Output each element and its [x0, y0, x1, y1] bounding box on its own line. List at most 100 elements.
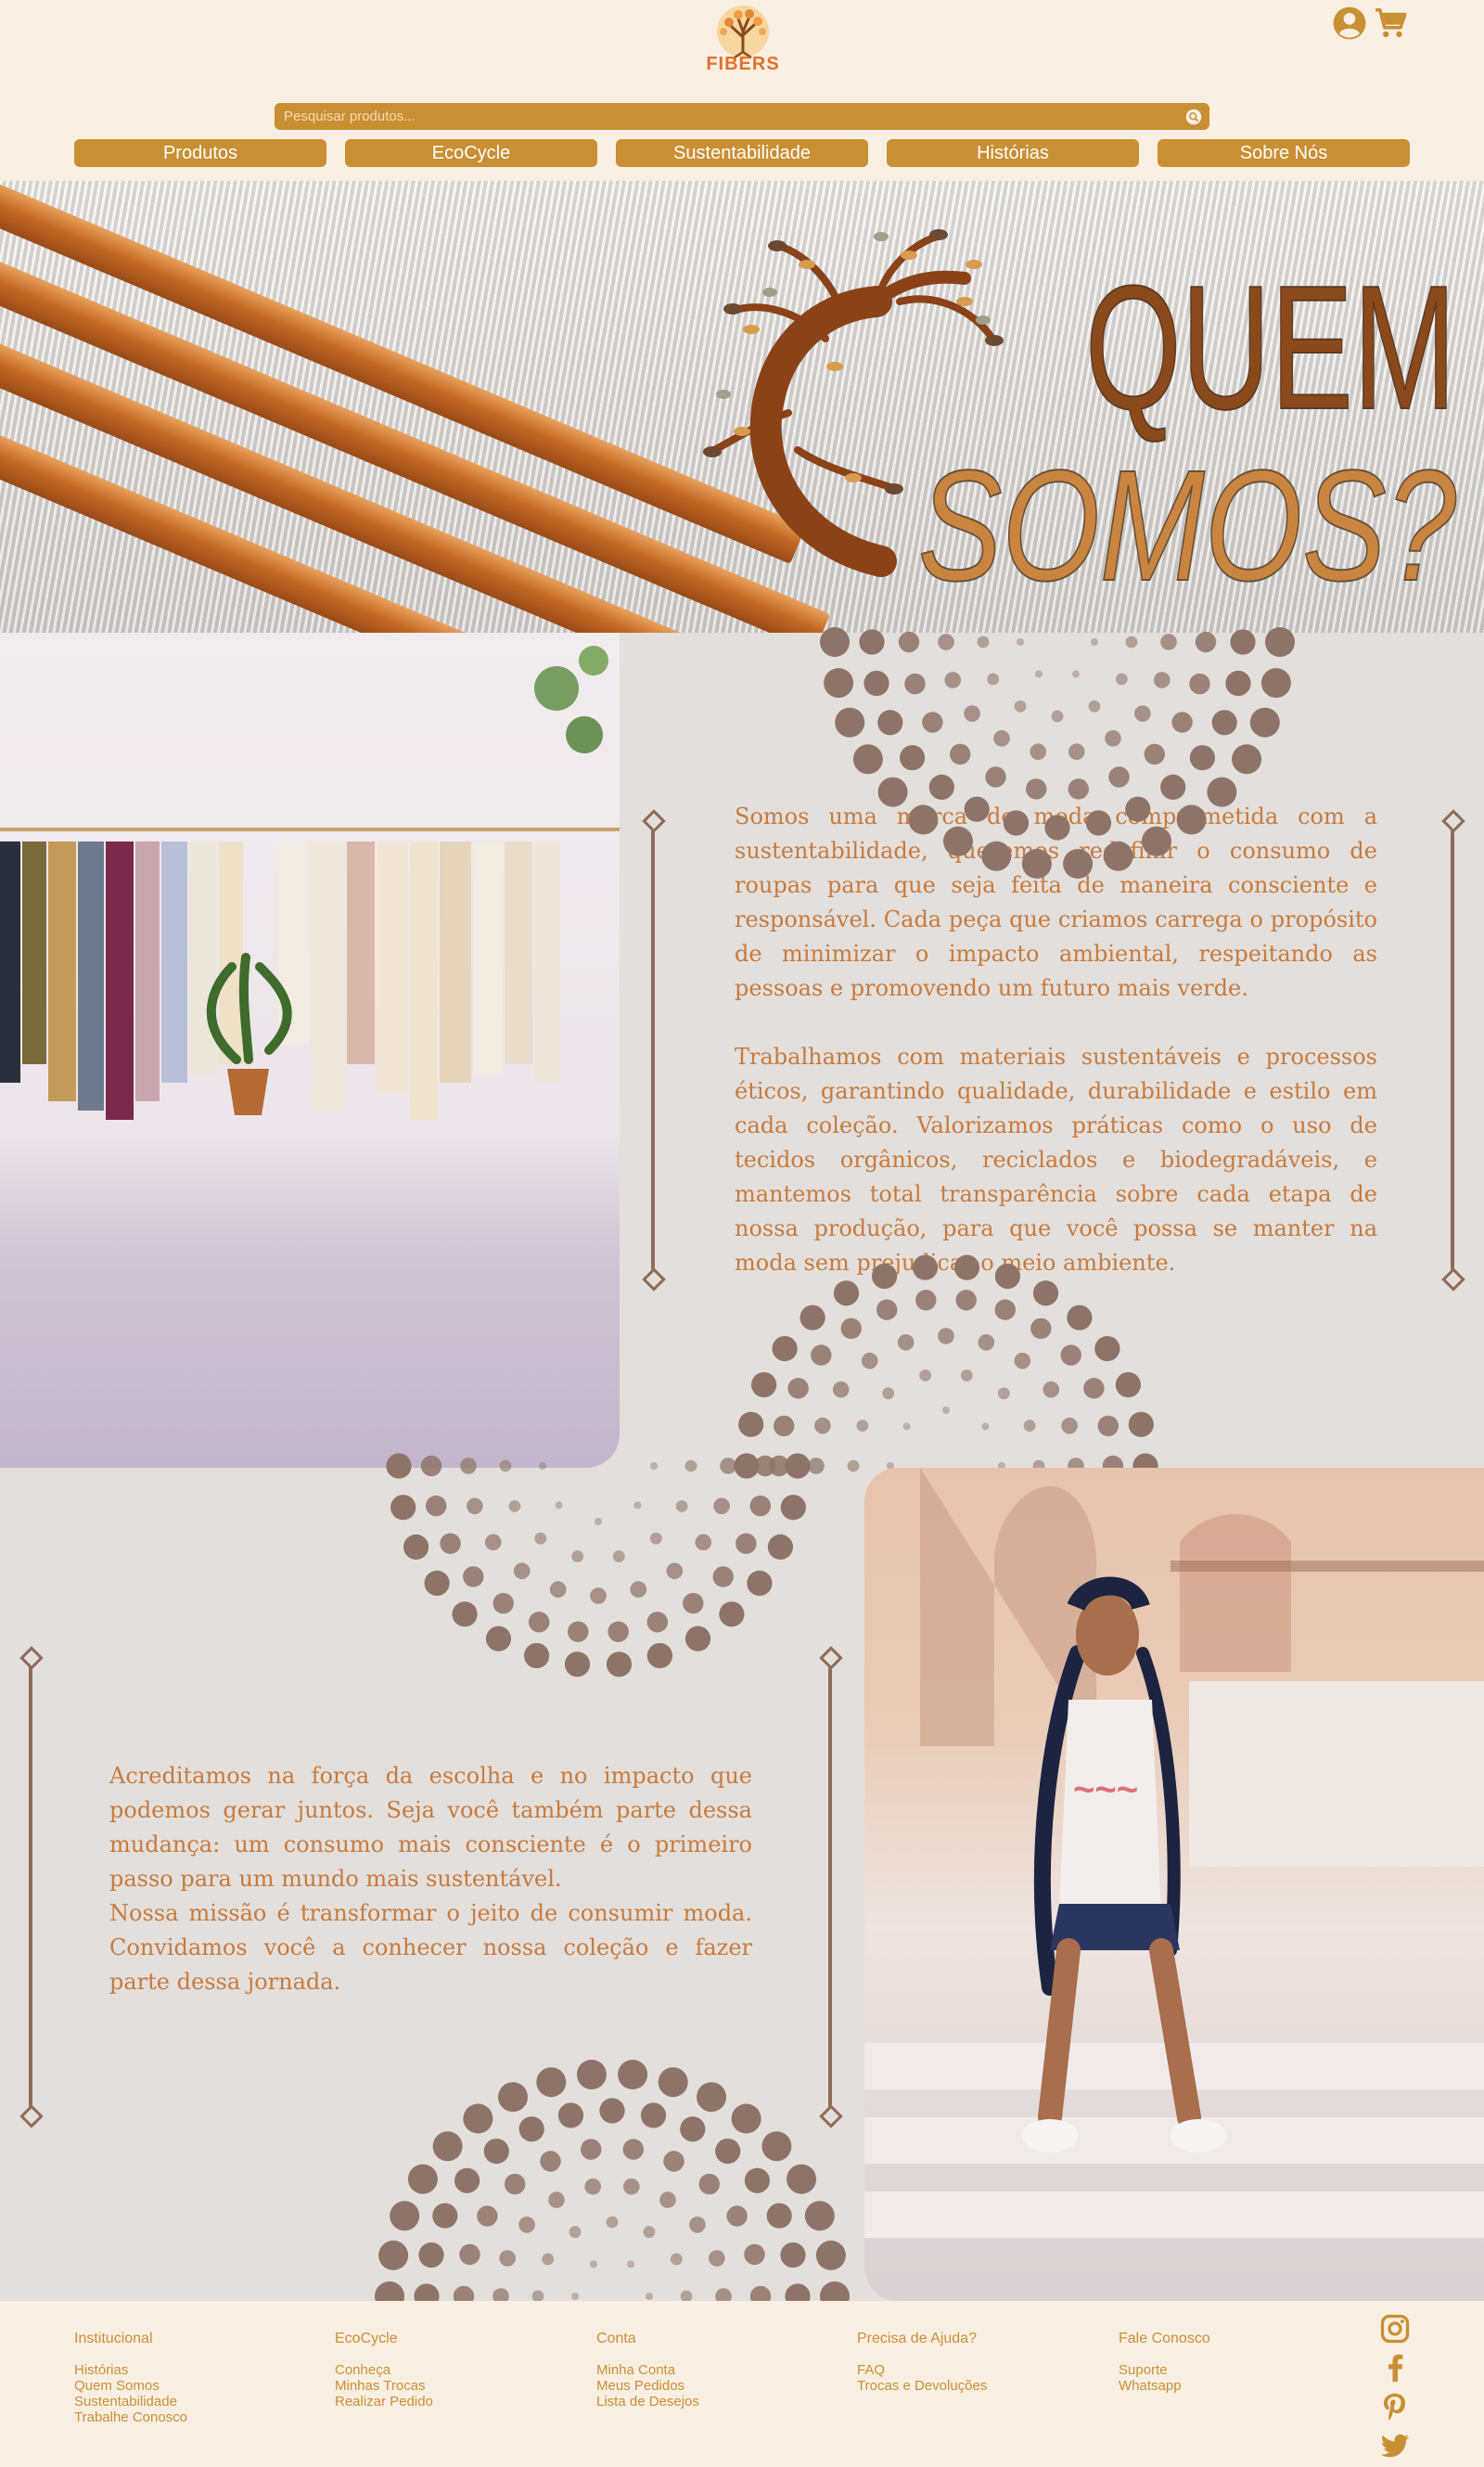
decorative-dot — [493, 1592, 514, 1614]
decorative-dot — [1171, 712, 1193, 733]
footer-link[interactable]: Minha Conta — [596, 2362, 838, 2378]
decorative-dot — [1023, 1420, 1036, 1432]
decorative-dot — [1030, 1317, 1052, 1340]
about-paragraph: Nossa missão é transformar o jeito de co… — [109, 1900, 752, 1995]
footer-link[interactable]: Sustentabilidade — [74, 2394, 315, 2409]
decorative-dot — [876, 1299, 898, 1320]
decorative-dot — [459, 2243, 480, 2266]
decorative-dot — [529, 1612, 550, 1633]
decorative-dot — [1160, 774, 1186, 800]
decorative-dot — [1021, 849, 1052, 879]
decorative-dot — [432, 2203, 458, 2229]
footer-column-title: EcoCycle — [335, 2331, 398, 2346]
footer-link[interactable]: Minhas Trocas — [335, 2378, 576, 2394]
footer-link[interactable]: Meus Pedidos — [596, 2378, 838, 2394]
decorative-dot — [1211, 710, 1237, 736]
nav-sustentabilidade[interactable]: Sustentabilidade — [616, 139, 868, 167]
decorative-dot — [555, 1501, 563, 1510]
decorative-dot — [499, 1459, 512, 1472]
decorative-dot — [666, 1562, 684, 1580]
facebook-icon[interactable] — [1378, 2351, 1412, 2384]
decorative-dot — [650, 1462, 658, 1470]
instagram-icon[interactable] — [1378, 2312, 1412, 2345]
decorative-dot — [754, 1455, 776, 1477]
search-input[interactable] — [284, 106, 1165, 127]
twitter-icon[interactable] — [1378, 2429, 1412, 2462]
decorative-dot — [1085, 810, 1112, 836]
decorative-dot — [1088, 700, 1101, 713]
decorative-dot — [719, 1601, 745, 1627]
footer-link[interactable]: Suporte — [1119, 2362, 1360, 2378]
decorative-dot — [859, 629, 885, 655]
footer-link[interactable]: Realizar Pedido — [335, 2394, 576, 2409]
nav-produtos[interactable]: Produtos — [74, 139, 326, 167]
decorative-dot — [564, 1651, 591, 1677]
decorative-dot — [712, 1566, 734, 1587]
cart-icon[interactable] — [1373, 6, 1408, 41]
decorative-dot — [919, 1369, 932, 1381]
decorative-dot — [1083, 1378, 1105, 1399]
decorative-dot — [977, 636, 990, 649]
decorative-dot — [1195, 631, 1217, 653]
nav-ecocycle[interactable]: EcoCycle — [345, 139, 597, 167]
decorative-dot — [928, 774, 954, 800]
decorative-dot — [1154, 672, 1171, 688]
footer-link[interactable]: Trabalhe Conosco — [74, 2409, 315, 2425]
brand-logo[interactable]: FIBERS — [701, 4, 785, 84]
decorative-dot — [772, 1336, 798, 1362]
decorative-dot — [780, 1495, 806, 1521]
decorative-dot — [944, 672, 961, 688]
decorative-dot — [897, 1334, 915, 1351]
decorative-dot — [978, 1334, 995, 1351]
decorative-dot — [595, 1518, 602, 1525]
footer-link[interactable]: Trocas e Devoluções — [857, 2378, 1098, 2394]
decorative-dot — [1115, 673, 1128, 686]
decorative-dot — [557, 2102, 584, 2128]
footer-link[interactable]: Whatsapp — [1119, 2378, 1360, 2394]
decorative-dot — [804, 2201, 835, 2231]
decorative-dot — [943, 826, 973, 856]
decorative-dot — [749, 1495, 771, 1517]
decorative-dot — [658, 2067, 688, 2098]
decorative-dot — [1249, 707, 1280, 738]
decorative-dot — [477, 2205, 498, 2227]
decorative-dot — [1232, 744, 1262, 775]
hero-title-art: QUEM SOMOS? — [703, 229, 1457, 598]
decorative-dot — [390, 2201, 420, 2231]
nav-sobre-nos[interactable]: Sobre Nós — [1158, 139, 1410, 167]
logo-text: FIBERS — [706, 54, 780, 74]
decorative-dot — [1032, 1280, 1059, 1306]
decorative-dot — [524, 1642, 550, 1669]
decorative-dot — [460, 1458, 477, 1474]
decorative-dot — [713, 1497, 730, 1515]
decorative-dot — [744, 2167, 770, 2193]
decorative-dot — [548, 2191, 565, 2208]
user-icon[interactable] — [1332, 6, 1367, 41]
decorative-dot — [386, 1453, 412, 1479]
decorative-divider — [1451, 820, 1454, 1280]
footer-link[interactable]: Conheça — [335, 2362, 576, 2378]
decorative-dot — [630, 1581, 647, 1598]
decorative-dot — [1260, 668, 1291, 699]
decorative-dot — [1061, 1417, 1078, 1434]
decorative-dot — [715, 2139, 741, 2165]
pinterest-icon[interactable] — [1378, 2390, 1412, 2423]
footer-link[interactable]: FAQ — [857, 2362, 1098, 2378]
nav-historias[interactable]: Histórias — [887, 139, 1139, 167]
footer-link[interactable]: Lista de Desejos — [596, 2394, 838, 2409]
decorative-dot — [814, 1417, 831, 1434]
footer-link[interactable]: Histórias — [74, 2362, 315, 2378]
decorative-dot — [484, 1534, 502, 1551]
footer-link[interactable]: Quem Somos — [74, 2378, 315, 2394]
decorative-dot — [1125, 636, 1138, 649]
search-icon[interactable] — [1185, 109, 1202, 125]
decorative-dot — [785, 1453, 811, 1479]
decorative-dot — [856, 1420, 869, 1432]
decorative-dot — [649, 1532, 662, 1545]
decorative-dot — [571, 1550, 584, 1562]
search-bar — [275, 103, 1209, 130]
decorative-divider — [29, 1657, 32, 2117]
decorative-dot — [646, 1642, 672, 1669]
decorative-dot — [955, 1290, 977, 1311]
decorative-dot — [709, 2250, 725, 2267]
